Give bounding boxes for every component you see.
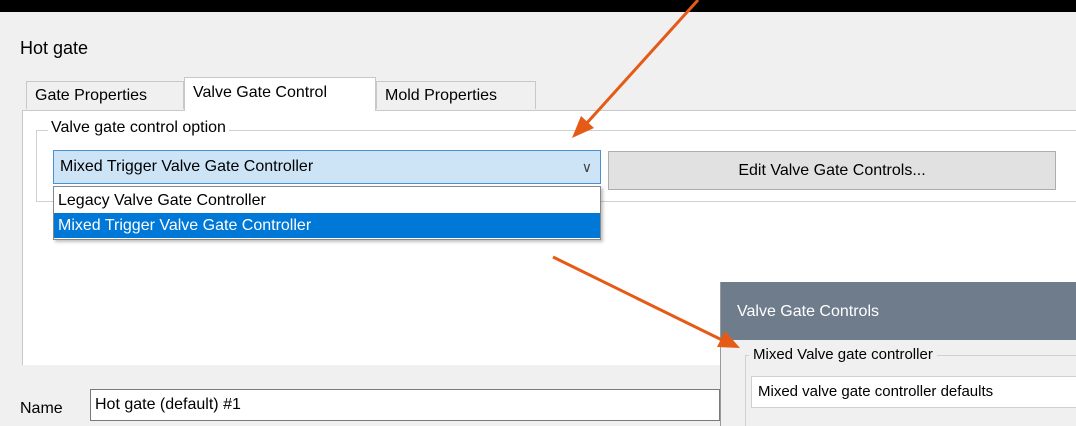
annotation-arrow-to-inset — [552, 255, 740, 348]
tab-valve-gate-control[interactable]: Valve Gate Control — [184, 77, 376, 111]
annotation-arrow-to-combo — [572, 0, 700, 138]
annotation-arrows — [552, 0, 740, 348]
